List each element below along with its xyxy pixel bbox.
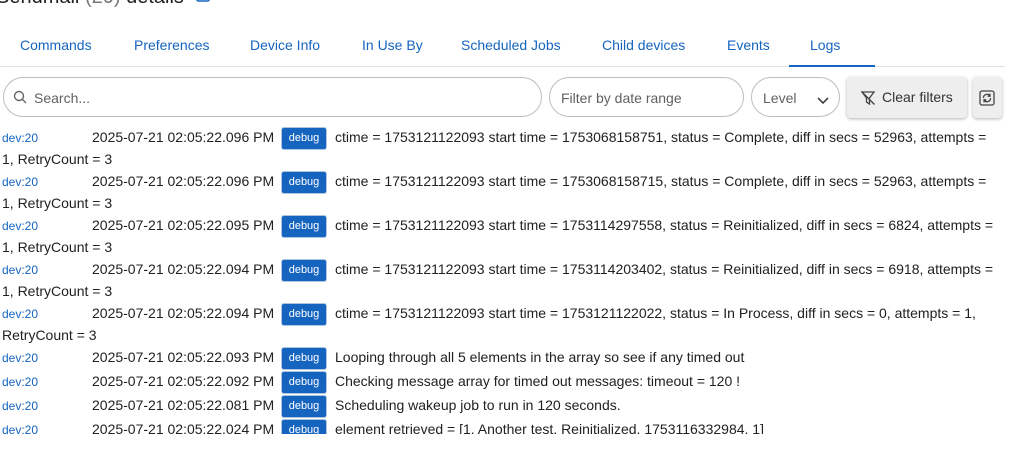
clear-filters-button[interactable]: Clear filters xyxy=(847,77,967,118)
log-source-link[interactable]: dev:20 xyxy=(2,216,92,237)
filter-off-icon xyxy=(860,90,876,111)
log-entry: dev:20 2025-07-21 02:05:22.092 PM debug Che… xyxy=(0,371,1000,395)
log-source-link[interactable]: dev:20 xyxy=(2,348,92,369)
dialog-header: Sendmail (20) details xyxy=(0,0,1011,10)
tab-child-devices[interactable]: Child devices xyxy=(602,28,685,67)
log-level-badge: debug xyxy=(282,396,326,417)
tab-in-use-by[interactable]: In Use By xyxy=(362,28,423,67)
log-level-badge: debug xyxy=(282,304,326,325)
log-timestamp: 2025-07-21 02:05:22.081 PM xyxy=(92,397,275,413)
tab-device-info[interactable]: Device Info xyxy=(250,28,320,67)
log-message: Scheduling wakeup job to run in 120 seco… xyxy=(335,397,621,413)
log-entry: dev:20 2025-07-21 02:05:22.024 PM debug ele… xyxy=(0,419,1000,434)
log-level-badge: debug xyxy=(282,216,326,237)
log-entry: dev:20 2025-07-21 02:05:22.096 PM debug cti… xyxy=(0,171,1000,215)
level-select-label: Level xyxy=(763,90,797,106)
log-timestamp: 2025-07-21 02:05:22.093 PM xyxy=(92,349,275,365)
log-timestamp: 2025-07-21 02:05:22.092 PM xyxy=(92,373,275,389)
log-level-badge: debug xyxy=(282,172,326,193)
log-timestamp: 2025-07-21 02:05:22.095 PM xyxy=(92,217,275,233)
date-range-field[interactable] xyxy=(549,77,744,117)
log-list: dev:20 2025-07-21 02:05:22.096 PM debug cti… xyxy=(0,127,1003,434)
edit-icon[interactable] xyxy=(195,0,211,9)
dialog-title: Sendmail (20) details xyxy=(0,0,211,9)
log-level-badge: debug xyxy=(282,372,326,393)
log-entry: dev:20 2025-07-21 02:05:22.081 PM debug Sch… xyxy=(0,395,1000,419)
log-entry: dev:20 2025-07-21 02:05:22.094 PM debug cti… xyxy=(0,259,1000,303)
clear-filters-label: Clear filters xyxy=(882,89,953,105)
tab-events[interactable]: Events xyxy=(727,28,770,67)
log-timestamp: 2025-07-21 02:05:22.094 PM xyxy=(92,261,275,277)
log-source-link[interactable]: dev:20 xyxy=(2,260,92,281)
device-name: Sendmail xyxy=(0,0,79,8)
log-source-link[interactable]: dev:20 xyxy=(2,372,92,393)
log-source-link[interactable]: dev:20 xyxy=(2,128,92,149)
chevron-down-icon xyxy=(817,92,829,110)
log-entry: dev:20 2025-07-21 02:05:22.095 PM debug cti… xyxy=(0,215,1000,259)
log-entry: dev:20 2025-07-21 02:05:22.096 PM debug cti… xyxy=(0,127,1000,171)
log-source-link[interactable]: dev:20 xyxy=(2,172,92,193)
log-source-link[interactable]: dev:20 xyxy=(2,396,92,417)
log-timestamp: 2025-07-21 02:05:22.096 PM xyxy=(92,173,275,189)
tab-bar: Commands Preferences Device Info In Use … xyxy=(0,28,1005,67)
log-level-badge: debug xyxy=(282,348,326,369)
device-id: (20) xyxy=(85,0,121,8)
title-suffix: details xyxy=(126,0,184,8)
log-message: element retrieved = [1, Another test, Re… xyxy=(335,421,764,434)
log-timestamp: 2025-07-21 02:05:22.024 PM xyxy=(92,421,275,434)
tab-preferences[interactable]: Preferences xyxy=(134,28,209,67)
search-icon xyxy=(13,90,27,109)
log-source-link[interactable]: dev:20 xyxy=(2,420,92,434)
log-entry: dev:20 2025-07-21 02:05:22.094 PM debug cti… xyxy=(0,303,1000,347)
log-entry: dev:20 2025-07-21 02:05:22.093 PM debug Loo… xyxy=(0,347,1000,371)
date-range-input[interactable] xyxy=(561,87,736,109)
log-timestamp: 2025-07-21 02:05:22.096 PM xyxy=(92,129,275,145)
refresh-icon xyxy=(979,90,995,111)
log-level-badge: debug xyxy=(282,420,326,434)
refresh-button[interactable] xyxy=(973,77,1002,118)
tab-scheduled-jobs[interactable]: Scheduled Jobs xyxy=(461,28,561,67)
log-level-badge: debug xyxy=(282,128,326,149)
level-select[interactable]: Level xyxy=(751,77,840,117)
search-input[interactable] xyxy=(34,87,524,109)
log-message: Checking message array for timed out mes… xyxy=(335,373,741,389)
log-level-badge: debug xyxy=(282,260,326,281)
log-filter-toolbar: Level Clear filters xyxy=(0,76,1011,120)
close-icon[interactable] xyxy=(977,0,995,8)
tab-logs[interactable]: Logs xyxy=(789,28,875,67)
search-field[interactable] xyxy=(3,77,542,117)
log-timestamp: 2025-07-21 02:05:22.094 PM xyxy=(92,305,275,321)
log-message: Looping through all 5 elements in the ar… xyxy=(335,349,745,365)
log-source-link[interactable]: dev:20 xyxy=(2,304,92,325)
tab-commands[interactable]: Commands xyxy=(20,28,92,67)
